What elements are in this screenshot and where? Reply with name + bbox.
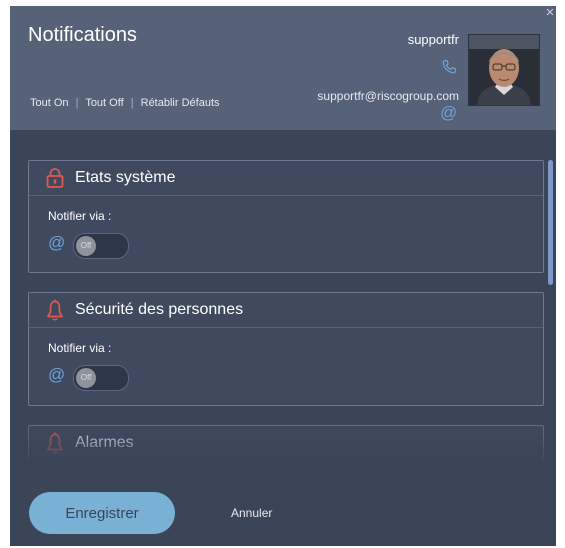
- save-button[interactable]: Enregistrer: [29, 492, 175, 534]
- email-at-icon[interactable]: @: [440, 103, 457, 123]
- all-on-link[interactable]: Tout On: [30, 97, 69, 109]
- card-header: Alarmes: [29, 426, 543, 460]
- notify-via-label: Notifier via :: [48, 341, 112, 355]
- bell-icon: [47, 432, 63, 454]
- avatar: [468, 34, 540, 106]
- bell-icon: [47, 299, 63, 321]
- scrollbar-thumb[interactable]: [548, 160, 553, 285]
- email-channel-icon: @: [48, 233, 66, 252]
- email-notification-toggle[interactable]: Off: [73, 233, 129, 259]
- toggle-state: Off: [80, 241, 92, 250]
- quick-actions: Tout On | Tout Off | Rétablir Défauts: [30, 97, 220, 109]
- avatar-photo: [469, 35, 539, 105]
- user-email: supportfr@riscogroup.com: [317, 89, 459, 103]
- user-name: supportfr: [407, 32, 459, 47]
- email-notification-toggle[interactable]: Off: [73, 365, 129, 391]
- reset-defaults-link[interactable]: Rétablir Défauts: [141, 97, 220, 109]
- padlock-icon: [46, 168, 64, 188]
- card-system-states: Etats système Notifier via : @ Off: [28, 160, 544, 273]
- card-title: Etats système: [75, 169, 176, 186]
- dialog-header: Notifications Tout On | Tout Off | Rétab…: [10, 6, 556, 130]
- notification-list[interactable]: Etats système Notifier via : @ Off Sécur…: [10, 130, 556, 460]
- card-header: Sécurité des personnes: [29, 293, 543, 328]
- email-channel-icon: @: [48, 365, 66, 384]
- card-header: Etats système: [29, 161, 543, 196]
- notifications-dialog: Notifications Tout On | Tout Off | Rétab…: [10, 6, 556, 546]
- toggle-knob: Off: [76, 368, 96, 388]
- card-personal-safety: Sécurité des personnes Notifier via : @ …: [28, 292, 544, 406]
- toggle-state: Off: [80, 373, 92, 382]
- phone-icon[interactable]: [440, 58, 458, 76]
- close-icon[interactable]: ×: [543, 6, 556, 20]
- toggle-knob: Off: [76, 236, 96, 256]
- card-title: Alarmes: [75, 434, 134, 451]
- cancel-link[interactable]: Annuler: [231, 506, 272, 520]
- separator: |: [75, 97, 79, 109]
- notify-via-label: Notifier via :: [48, 209, 112, 223]
- card-alarms: Alarmes: [28, 425, 544, 460]
- card-title: Sécurité des personnes: [75, 301, 244, 318]
- dialog-title: Notifications: [28, 24, 137, 46]
- all-off-link[interactable]: Tout Off: [85, 97, 123, 109]
- separator: |: [130, 97, 134, 109]
